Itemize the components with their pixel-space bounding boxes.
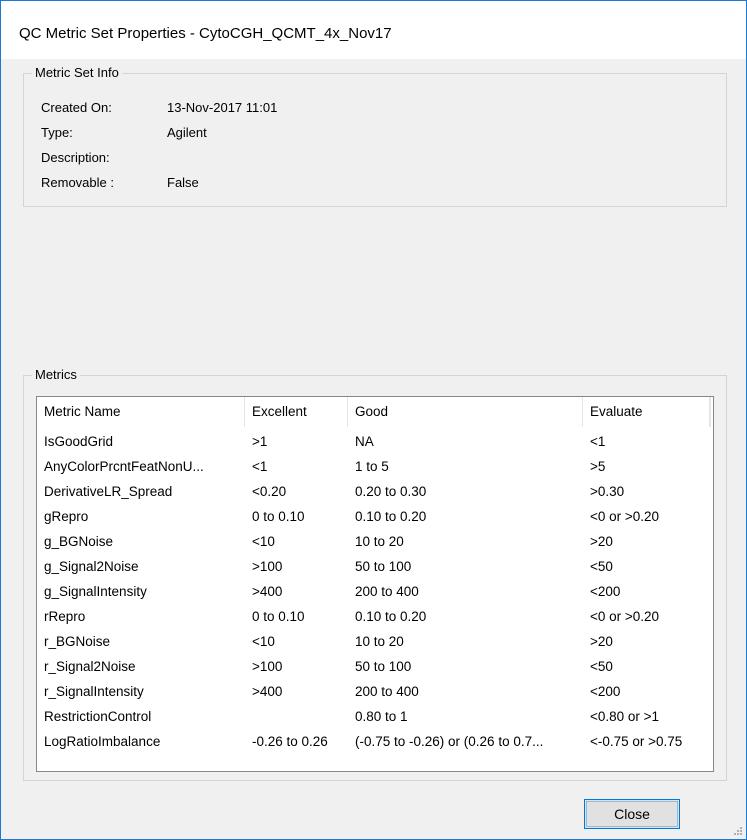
table-row[interactable]: g_BGNoise <10 10 to 20 >20 <box>37 529 713 554</box>
good-cell: 10 to 20 <box>355 534 404 549</box>
table-row[interactable]: IsGoodGrid >1 NA <1 <box>37 429 713 454</box>
metric-name-cell: DerivativeLR_Spread <box>44 484 173 499</box>
column-header-excellent[interactable]: Excellent <box>245 397 348 427</box>
good-cell: 10 to 20 <box>355 634 404 649</box>
excellent-cell: <1 <box>252 459 268 474</box>
good-cell: 200 to 400 <box>355 584 419 599</box>
column-header-filler <box>710 397 718 427</box>
table-row[interactable]: r_SignalIntensity >400 200 to 400 <200 <box>37 679 713 704</box>
metrics-group: Metrics Metric Name Excellent Good Evalu… <box>23 367 727 781</box>
resize-grip-icon[interactable] <box>733 826 743 836</box>
description-label: Description: <box>41 150 110 165</box>
excellent-cell: 0 to 0.10 <box>252 509 305 524</box>
metric-name-cell: r_SignalIntensity <box>44 684 144 699</box>
evaluate-cell: <-0.75 or >0.75 <box>590 734 683 749</box>
excellent-cell: -0.26 to 0.26 <box>252 734 328 749</box>
metrics-table-header: Metric Name Excellent Good Evaluate <box>37 397 713 427</box>
evaluate-cell: <0 or >0.20 <box>590 509 660 524</box>
evaluate-cell: >5 <box>590 459 606 474</box>
evaluate-cell: <50 <box>590 559 613 574</box>
type-label: Type: <box>41 125 73 140</box>
metric-name-cell: RestrictionControl <box>44 709 152 724</box>
excellent-cell: >400 <box>252 684 283 699</box>
excellent-cell: <10 <box>252 634 275 649</box>
metric-set-info-label: Metric Set Info <box>32 65 122 80</box>
type-value: Agilent <box>167 125 207 140</box>
table-row[interactable]: RestrictionControl 0.80 to 1 <0.80 or >1 <box>37 704 713 729</box>
excellent-cell: >100 <box>252 559 283 574</box>
window-title: QC Metric Set Properties - CytoCGH_QCMT_… <box>19 25 392 42</box>
metric-name-cell: g_SignalIntensity <box>44 584 147 599</box>
column-header-good[interactable]: Good <box>348 397 583 427</box>
metric-name-cell: LogRatioImbalance <box>44 734 161 749</box>
title-bar[interactable]: QC Metric Set Properties - CytoCGH_QCMT_… <box>1 1 746 59</box>
excellent-cell: <10 <box>252 534 275 549</box>
excellent-cell: <0.20 <box>252 484 287 499</box>
metric-name-cell: g_Signal2Noise <box>44 559 139 574</box>
metric-name-cell: rRepro <box>44 609 86 624</box>
table-row[interactable]: LogRatioImbalance -0.26 to 0.26 (-0.75 to … <box>37 729 713 754</box>
dialog-window: QC Metric Set Properties - CytoCGH_QCMT_… <box>0 0 747 840</box>
metric-name-cell: r_BGNoise <box>44 634 111 649</box>
column-header-evaluate[interactable]: Evaluate <box>583 397 710 427</box>
metric-name-cell: g_BGNoise <box>44 534 114 549</box>
excellent-cell <box>245 704 348 729</box>
evaluate-cell: >20 <box>590 534 613 549</box>
table-row[interactable]: rRepro 0 to 0.10 0.10 to 0.20 <0 or >0.20 <box>37 604 713 629</box>
evaluate-cell: >0.30 <box>590 484 625 499</box>
excellent-cell: >400 <box>252 584 283 599</box>
table-row[interactable]: DerivativeLR_Spread <0.20 0.20 to 0.30 >0.3… <box>37 479 713 504</box>
good-cell: 0.10 to 0.20 <box>355 509 427 524</box>
good-cell: 0.20 to 0.30 <box>355 484 427 499</box>
metric-name-cell: gRepro <box>44 509 89 524</box>
evaluate-cell: <0.80 or >1 <box>590 709 660 724</box>
table-row[interactable]: g_Signal2Noise >100 50 to 100 <50 <box>37 554 713 579</box>
metrics-list-view[interactable]: Metric Name Excellent Good Evaluate IsGo… <box>36 396 714 772</box>
table-row[interactable]: r_Signal2Noise >100 50 to 100 <50 <box>37 654 713 679</box>
metric-name-cell: r_Signal2Noise <box>44 659 136 674</box>
good-cell: NA <box>355 434 374 449</box>
good-cell: 1 to 5 <box>355 459 389 474</box>
removable-value: False <box>167 175 199 190</box>
table-row[interactable]: AnyColorPrcntFeatNonU... <1 1 to 5 >5 <box>37 454 713 479</box>
removable-label: Removable : <box>41 175 114 190</box>
good-cell: 0.10 to 0.20 <box>355 609 427 624</box>
metric-name-cell: AnyColorPrcntFeatNonU... <box>44 459 204 474</box>
metrics-label: Metrics <box>32 367 80 382</box>
excellent-cell: >100 <box>252 659 283 674</box>
table-row[interactable]: gRepro 0 to 0.10 0.10 to 0.20 <0 or >0.20 <box>37 504 713 529</box>
excellent-cell: 0 to 0.10 <box>252 609 305 624</box>
metric-set-info-group: Metric Set Info Created On: 13-Nov-2017 … <box>23 65 727 207</box>
good-cell: (-0.75 to -0.26) or (0.26 to 0.7... <box>355 734 544 749</box>
evaluate-cell: <200 <box>590 684 621 699</box>
evaluate-cell: <1 <box>590 434 606 449</box>
excellent-cell: >1 <box>252 434 268 449</box>
evaluate-cell: <200 <box>590 584 621 599</box>
close-button[interactable]: Close <box>584 799 680 829</box>
table-row[interactable]: r_BGNoise <10 10 to 20 >20 <box>37 629 713 654</box>
metric-name-cell: IsGoodGrid <box>44 434 114 449</box>
good-cell: 50 to 100 <box>355 559 412 574</box>
created-on-value: 13-Nov-2017 11:01 <box>167 100 278 115</box>
evaluate-cell: >20 <box>590 634 613 649</box>
good-cell: 50 to 100 <box>355 659 412 674</box>
good-cell: 0.80 to 1 <box>355 709 408 724</box>
good-cell: 200 to 400 <box>355 684 419 699</box>
table-row[interactable]: g_SignalIntensity >400 200 to 400 <200 <box>37 579 713 604</box>
evaluate-cell: <0 or >0.20 <box>590 609 660 624</box>
evaluate-cell: <50 <box>590 659 613 674</box>
column-header-metric-name[interactable]: Metric Name <box>37 397 245 427</box>
created-on-label: Created On: <box>41 100 112 115</box>
